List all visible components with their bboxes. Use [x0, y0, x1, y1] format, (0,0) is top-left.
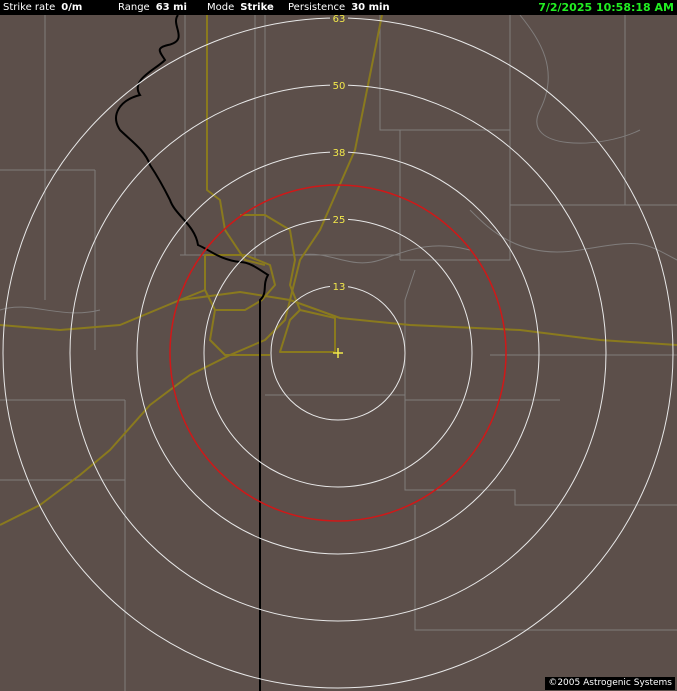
ring-label-25: 25 — [333, 215, 346, 226]
persistence-readout: Persistence 30 min — [288, 2, 390, 13]
copyright-notice: ©2005 Astrogenic Systems — [545, 677, 675, 690]
ring-label-50: 50 — [333, 81, 346, 92]
strike-rate-readout: Strike rate 0/m — [3, 2, 83, 13]
status-bar: Strike rate 0/m Range 63 mi Mode Strike Per… — [0, 0, 677, 15]
ring-label-13: 13 — [333, 282, 346, 293]
river-line — [115, 14, 270, 691]
range-ring-labels: 13 25 38 50 63 — [330, 14, 348, 293]
ring-label-63: 63 — [333, 14, 346, 25]
mode-readout: Mode Strike — [207, 2, 274, 13]
ring-label-38: 38 — [333, 148, 346, 159]
lightning-map[interactable]: 13 25 38 50 63 — [0, 0, 677, 691]
timestamp: 7/2/2025 10:58:18 AM — [538, 1, 674, 14]
range-readout: Range 63 mi — [118, 2, 187, 13]
